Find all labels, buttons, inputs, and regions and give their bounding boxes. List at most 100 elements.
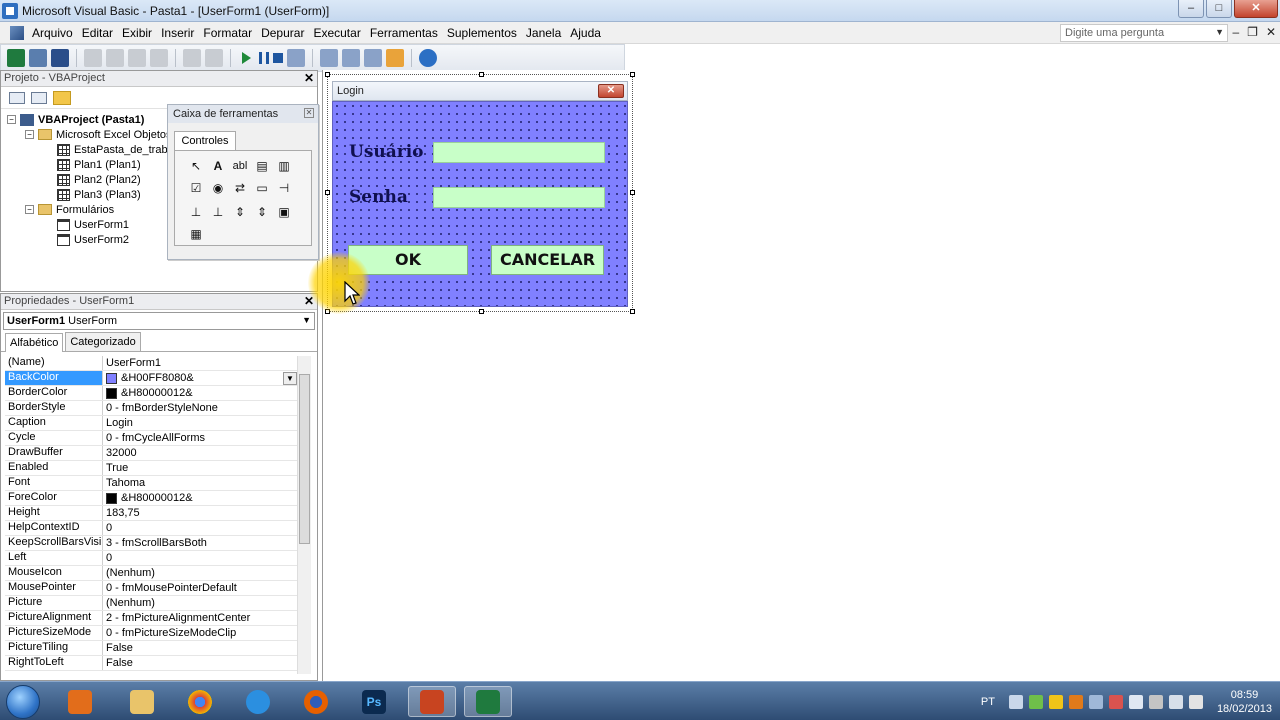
property-row[interactable]: PictureAlignment 2 - fmPictureAlignmentCe… [5, 611, 297, 626]
collapse-icon[interactable]: − [25, 130, 34, 139]
close-icon[interactable]: ✕ [304, 108, 314, 118]
close-button[interactable]: ✕ [1234, 0, 1278, 18]
property-row[interactable]: RightToLeft False [5, 656, 297, 671]
toolbox-header[interactable]: Caixa de ferramentas ✕ [168, 105, 318, 123]
toolbox-icon[interactable] [386, 49, 404, 67]
speaker-icon[interactable] [1128, 694, 1143, 709]
close-icon[interactable]: ✕ [304, 71, 314, 85]
chevron-down-icon[interactable]: ▼ [283, 371, 297, 385]
spinbutton-tool-icon[interactable]: ⇕ [253, 203, 271, 221]
property-row[interactable]: Caption Login [5, 416, 297, 431]
menu-formatar[interactable]: Formatar [203, 26, 261, 40]
property-value[interactable]: 0 - fmCycleAllForms [103, 431, 297, 445]
property-value[interactable]: UserForm1 [103, 356, 297, 370]
module-icon[interactable] [10, 25, 24, 40]
property-value[interactable]: False [103, 641, 297, 655]
chevron-down-icon[interactable]: ▼ [302, 315, 311, 325]
property-row[interactable]: PictureSizeMode 0 - fmPictureSizeModeClip [5, 626, 297, 641]
resize-handle[interactable] [479, 309, 484, 314]
taskbar-powerpoint[interactable] [408, 686, 456, 717]
tab-categorizado[interactable]: Categorizado [65, 332, 141, 351]
label-usuario[interactable]: Usuário [349, 142, 424, 162]
property-value[interactable]: 0 - fmBorderStyleNone [103, 401, 297, 415]
combobox-tool-icon[interactable]: ▤ [253, 157, 271, 175]
property-row[interactable]: BorderColor &H80000012& [5, 386, 297, 401]
properties-scrollbar[interactable] [297, 356, 311, 674]
property-value[interactable]: 0 [103, 521, 297, 535]
insert-userform-icon[interactable] [29, 49, 47, 67]
property-value[interactable]: &H80000012& [103, 386, 297, 400]
tabstrip-tool-icon[interactable]: ⊥ [187, 203, 205, 221]
property-value[interactable]: 0 - fmMousePointerDefault [103, 581, 297, 595]
menu-janela[interactable]: Janela [526, 26, 570, 40]
property-value[interactable]: 183,75 [103, 506, 297, 520]
view-excel-icon[interactable] [7, 49, 25, 67]
property-row[interactable]: HelpContextID 0 [5, 521, 297, 536]
property-row[interactable]: Left 0 [5, 551, 297, 566]
copy-icon[interactable] [106, 49, 124, 67]
property-value[interactable]: 32000 [103, 446, 297, 460]
run-icon[interactable] [242, 52, 251, 64]
taskbar-chrome[interactable] [176, 686, 224, 717]
property-row[interactable]: PictureTiling False [5, 641, 297, 656]
signal-icon[interactable] [1188, 694, 1203, 709]
property-row[interactable]: ForeColor &H80000012& [5, 491, 297, 506]
collapse-icon[interactable]: − [25, 205, 34, 214]
menu-executar[interactable]: Executar [313, 26, 369, 40]
property-row[interactable]: MousePointer 0 - fmMousePointerDefault [5, 581, 297, 596]
project-explorer-icon[interactable] [320, 49, 338, 67]
save-icon[interactable] [51, 49, 69, 67]
redo-icon[interactable] [205, 49, 223, 67]
taskbar-ie[interactable] [234, 686, 282, 717]
cancel-button[interactable]: CANCELAR [491, 245, 604, 275]
commandbutton-tool-icon[interactable]: ⊣ [275, 179, 293, 197]
language-indicator[interactable]: PT [981, 696, 995, 708]
property-row[interactable]: Enabled True [5, 461, 297, 476]
property-value[interactable]: 0 [103, 551, 297, 565]
minimize-button[interactable]: – [1178, 0, 1204, 18]
menu-editar[interactable]: Editar [82, 26, 122, 40]
resize-handle[interactable] [479, 72, 484, 77]
property-value[interactable]: False [103, 656, 297, 670]
tray-app-icon[interactable] [1048, 694, 1063, 709]
taskbar-explorer[interactable] [118, 686, 166, 717]
property-row[interactable]: (Name) UserForm1 [5, 356, 297, 371]
break-icon[interactable] [259, 52, 269, 64]
properties-window-icon[interactable] [342, 49, 360, 67]
refedit-tool-icon[interactable]: ▦ [187, 225, 205, 243]
resize-handle[interactable] [325, 72, 330, 77]
property-row[interactable]: MouseIcon (Nenhum) [5, 566, 297, 581]
find-icon[interactable] [150, 49, 168, 67]
resize-handle[interactable] [630, 309, 635, 314]
mdi-restore-button[interactable]: ❐ [1247, 25, 1258, 39]
property-value[interactable]: &H00FF8080& ▼ [103, 371, 297, 385]
tray-app-icon[interactable] [1028, 694, 1043, 709]
textbox-tool-icon[interactable]: abl [231, 157, 249, 175]
property-row[interactable]: Picture (Nenhum) [5, 596, 297, 611]
multipage-tool-icon[interactable]: ⊥ [209, 203, 227, 221]
undo-icon[interactable] [183, 49, 201, 67]
cut-icon[interactable] [84, 49, 102, 67]
image-tool-icon[interactable]: ▣ [275, 203, 293, 221]
userform-title-bar[interactable]: Login ✕ [332, 81, 628, 101]
menu-ferramentas[interactable]: Ferramentas [370, 26, 447, 40]
scrollbar-tool-icon[interactable]: ⇕ [231, 203, 249, 221]
toggle-folders-icon[interactable] [53, 90, 71, 105]
paste-icon[interactable] [128, 49, 146, 67]
taskbar-excel[interactable] [464, 686, 512, 717]
property-row[interactable]: Height 183,75 [5, 506, 297, 521]
property-value[interactable]: &H80000012& [103, 491, 297, 505]
resize-handle[interactable] [630, 190, 635, 195]
property-value[interactable]: Login [103, 416, 297, 430]
maximize-button[interactable]: □ [1206, 0, 1232, 18]
menu-ajuda[interactable]: Ajuda [570, 26, 610, 40]
menu-arquivo[interactable]: Arquivo [32, 26, 82, 40]
view-code-icon[interactable] [9, 91, 25, 104]
design-mode-icon[interactable] [287, 49, 305, 67]
userform-canvas[interactable]: Usuário Senha OK CANCELAR [332, 101, 628, 307]
property-row[interactable]: KeepScrollBarsVisible3 - fmScrollBarsBot… [5, 536, 297, 551]
action-center-icon[interactable] [1168, 694, 1183, 709]
property-row[interactable]: Font Tahoma [5, 476, 297, 491]
resize-handle[interactable] [630, 72, 635, 77]
listbox-tool-icon[interactable]: ▥ [275, 157, 293, 175]
